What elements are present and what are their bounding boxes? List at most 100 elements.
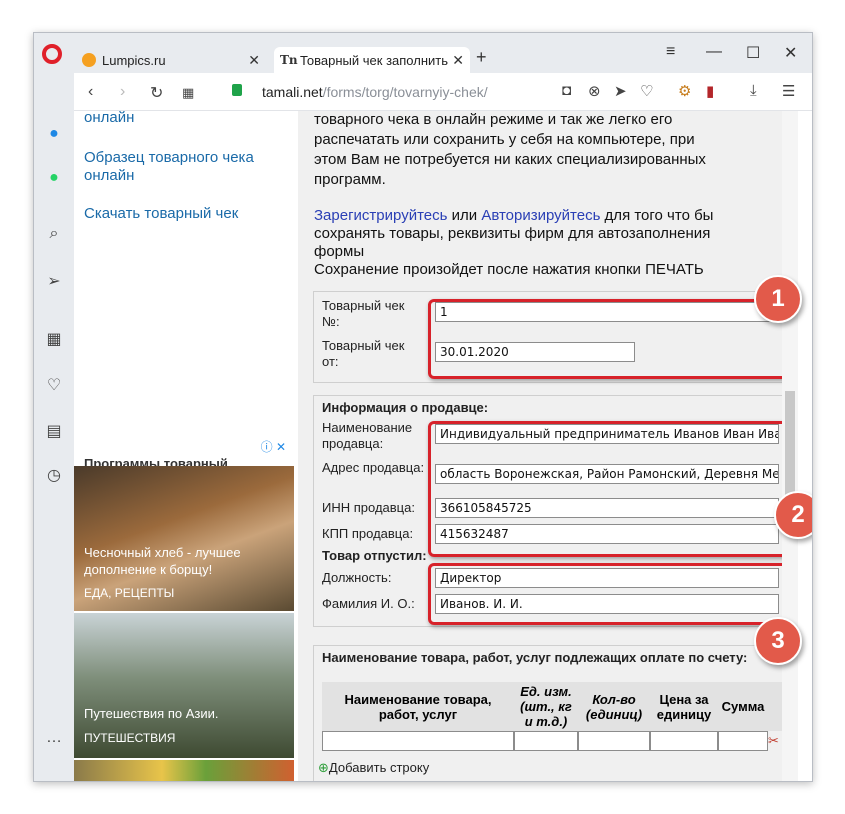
receipt-number-label: Товарный чек №:	[322, 298, 405, 329]
goods-panel: Наименование товара, работ, услуг подлеж…	[313, 645, 787, 781]
adblock-icon[interactable]: ⊗	[588, 82, 601, 100]
or-text: или	[447, 207, 482, 224]
ad-info-icon[interactable]: ⓘ ✕	[261, 438, 286, 455]
col-sum-header: Сумма	[721, 699, 765, 714]
new-tab-plus-icon[interactable]: +	[476, 47, 487, 68]
maximize-icon[interactable]: ☐	[746, 43, 760, 63]
auth-line: формы	[314, 243, 365, 260]
ad-tag: ЕДА, РЕЦЕПТЫ	[84, 586, 175, 600]
tab-bar: Lumpics.ru ✕ Tn Товарный чек заполнить ✕…	[34, 33, 812, 73]
scrollbar[interactable]	[782, 111, 798, 781]
col-qty-header: Кол-во (единиц)	[585, 691, 643, 722]
released-title: Товар отпустил:	[322, 548, 427, 563]
more-icon[interactable]: …	[44, 729, 64, 749]
link-online[interactable]: онлайн	[84, 111, 134, 127]
goods-table: Наименование товара, работ, услуг Ед. из…	[322, 682, 786, 751]
row-name-input[interactable]	[322, 731, 514, 751]
extension-icon[interactable]: ▮	[706, 82, 714, 100]
vpn-extension-icon[interactable]: ⚙	[678, 82, 691, 100]
login-link[interactable]: Авторизируйтесь	[481, 207, 600, 224]
plus-icon: ⊕	[318, 760, 329, 775]
url-domain: tamali.net	[262, 84, 323, 100]
receipt-date-label: Товарный чек от:	[322, 338, 405, 369]
register-link[interactable]: Зарегистрируйтесь	[314, 207, 447, 224]
tab-title: Товарный чек заполнить	[300, 52, 449, 68]
tab-title: Lumpics.ru	[102, 52, 166, 68]
tab-lumpics[interactable]: Lumpics.ru ✕	[76, 47, 266, 73]
address-bar: ‹ › ↻ ▦ tamali.net/forms/torg/tovarnyiy-…	[74, 73, 812, 111]
download-icon[interactable]: ⤓	[750, 82, 757, 99]
minimize-icon[interactable]: —	[706, 43, 722, 61]
ad-tag: ПУТЕШЕСТВИЯ	[84, 731, 176, 745]
news-icon[interactable]: ▤	[44, 421, 64, 441]
intro-line: товарного чека в онлайн режиме и так же …	[314, 111, 673, 128]
auth-rest: для того что бы	[600, 207, 714, 224]
heart-icon[interactable]: ♡	[640, 82, 653, 100]
reload-icon[interactable]: ↻	[150, 83, 163, 103]
close-window-icon[interactable]: ✕	[784, 43, 797, 63]
seller-name-label: Наименование продавца:	[322, 420, 413, 451]
main-content: товарного чека в онлайн режиме и так же …	[298, 111, 798, 781]
position-label: Должность:	[322, 570, 392, 585]
highlight-box	[428, 563, 792, 625]
col-unit-header: Ед. изм. (шт., кг и т.д.)	[520, 684, 572, 729]
ad-caption: Чесночный хлеб - лучшее дополнение к бор…	[84, 545, 241, 577]
lock-icon[interactable]	[232, 84, 242, 96]
add-row-button[interactable]: ⊕Добавить строку	[318, 760, 429, 776]
browser-window: Lumpics.ru ✕ Tn Товарный чек заполнить ✕…	[33, 32, 813, 782]
ad-item-asia[interactable]: Путешествия по Азии. ПУТЕШЕСТВИЯ	[74, 613, 294, 758]
history-icon[interactable]: ◷	[44, 465, 64, 485]
auth-line: Зарегистрируйтесь или Авторизируйтесь дл…	[314, 207, 713, 225]
speed-dial-icon[interactable]: ▦	[44, 329, 64, 349]
highlight-box	[428, 299, 792, 379]
advertisement: Программы товарный ⓘ ✕ Чесночный хлеб - …	[74, 436, 294, 781]
web-page: онлайн Образец товарного чека онлайн Ска…	[74, 111, 812, 781]
callout-badge: 3	[754, 617, 802, 665]
intro-line: программ.	[314, 171, 386, 188]
tabs-grid-icon[interactable]: ▦	[182, 85, 194, 101]
send-icon[interactable]: ➤	[614, 82, 627, 100]
close-icon[interactable]: ✕	[452, 52, 464, 69]
add-row-label: Добавить строку	[328, 760, 430, 775]
link-download-receipt[interactable]: Скачать товарный чек	[84, 205, 238, 223]
ad-item-bread[interactable]: Чесночный хлеб - лучшее дополнение к бор…	[74, 466, 294, 611]
col-name-header: Наименование товара, работ, услуг	[344, 691, 492, 722]
whatsapp-icon[interactable]: ●	[44, 169, 64, 189]
tab-menu-icon[interactable]: ≡	[666, 43, 675, 61]
goods-title: Наименование товара, работ, услуг подлеж…	[322, 650, 748, 665]
opera-logo-icon[interactable]	[42, 44, 62, 64]
seller-address-label: Адрес продавца:	[322, 460, 425, 475]
camera-icon[interactable]: ◘	[562, 82, 571, 99]
search-icon[interactable]: ⌕	[44, 225, 64, 245]
seller-section-title: Информация о продавце:	[322, 400, 489, 415]
row-sum-input[interactable]	[718, 731, 768, 751]
auth-line: сохранять товары, реквизиты фирм для авт…	[314, 225, 711, 242]
intro-line: распечатать или сохранить у себя на комп…	[314, 131, 695, 148]
tamali-favicon-icon: Tn	[280, 53, 298, 67]
url-field[interactable]: tamali.net/forms/torg/tovarnyiy-chek/	[262, 84, 488, 100]
fio-label: Фамилия И. О.:	[322, 596, 415, 611]
callout-badge: 1	[754, 275, 802, 323]
left-column: онлайн Образец товарного чека онлайн Ска…	[74, 111, 294, 781]
opera-sidebar: ● ● ⌕ ➢ ▦ ♡ ▤ ◷ …	[34, 73, 74, 781]
ad-caption: Путешествия по Азии.	[84, 706, 219, 721]
forward-icon[interactable]: ›	[120, 83, 125, 101]
back-icon[interactable]: ‹	[88, 83, 93, 101]
send-icon[interactable]: ➢	[44, 271, 64, 291]
close-icon[interactable]: ✕	[248, 52, 260, 69]
seller-kpp-label: КПП продавца:	[322, 526, 414, 541]
row-qty-input[interactable]	[578, 731, 650, 751]
col-price-header: Цена за единицу	[656, 691, 712, 722]
ad-item-vegetables[interactable]	[74, 760, 294, 781]
easy-setup-icon[interactable]: ☰	[782, 82, 795, 100]
highlight-box	[428, 421, 792, 557]
link-sample-receipt[interactable]: Образец товарного чека онлайн	[84, 149, 284, 185]
row-unit-input[interactable]	[514, 731, 578, 751]
lumpics-favicon-icon	[82, 53, 96, 67]
url-path: /forms/torg/tovarnyiy-chek/	[322, 84, 488, 100]
tab-tamali[interactable]: Tn Товарный чек заполнить ✕	[274, 47, 470, 73]
row-price-input[interactable]	[650, 731, 718, 751]
messenger-icon[interactable]: ●	[44, 125, 64, 145]
intro-line: этом Вам не потребуется ни каких специал…	[314, 151, 706, 168]
heart-icon[interactable]: ♡	[44, 375, 64, 395]
